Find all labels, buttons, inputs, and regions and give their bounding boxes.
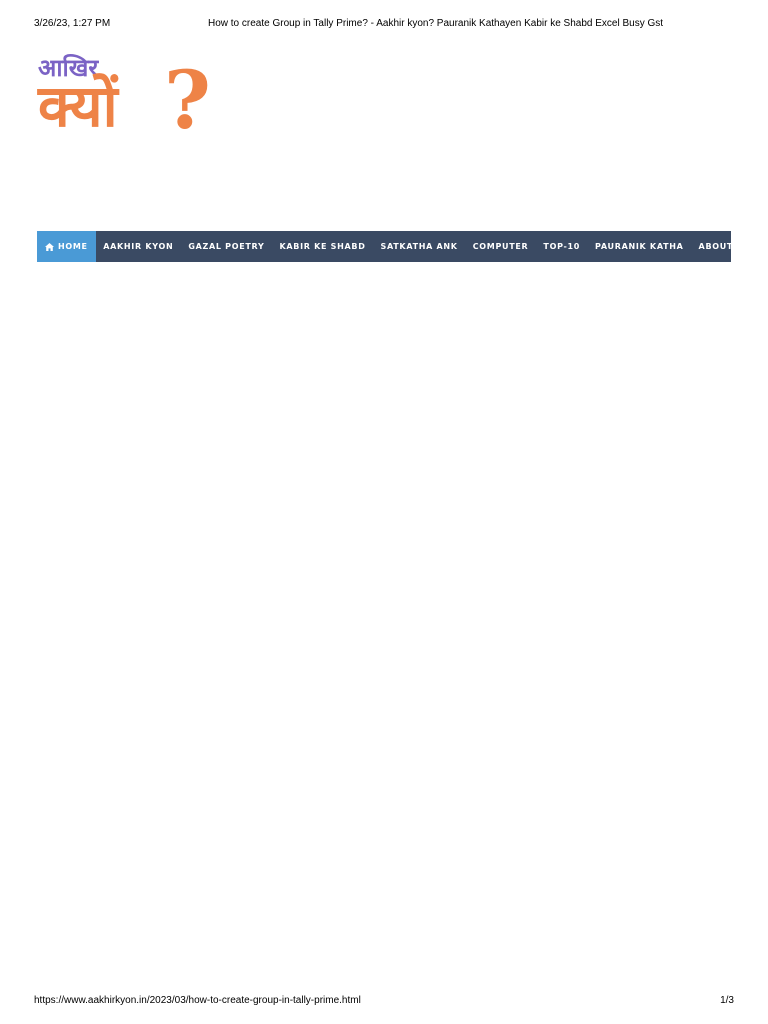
nav-item-about-us[interactable]: ABOUT US (691, 231, 758, 262)
nav-item-computer[interactable]: COMPUTER (465, 231, 536, 262)
nav-item-satkatha-ank[interactable]: SATKATHA ANK (373, 231, 465, 262)
site-logo[interactable]: आखिर क्यों ? (36, 52, 212, 136)
nav-item-aakhir-kyon[interactable]: AAKHIR KYON (96, 231, 181, 262)
nav-item-label: SATKATHA ANK (380, 242, 458, 251)
nav-item-label: ABOUT US (698, 242, 751, 251)
print-page-title: How to create Group in Tally Prime? - Aa… (208, 18, 664, 29)
nav-item-label: HOME (58, 242, 88, 251)
logo-main-text: क्यों (37, 72, 120, 136)
logo-question-mark: ? (164, 53, 211, 136)
print-url: https://www.aakhirkyon.in/2023/03/how-to… (34, 995, 361, 1006)
nav-item-label: KABIR KE SHABD (279, 242, 366, 251)
nav-item-kabir-ke-shabd[interactable]: KABIR KE SHABD (272, 231, 373, 262)
nav-item-gazal-poetry[interactable]: GAZAL POETRY (181, 231, 272, 262)
nav-item-home[interactable]: HOME (37, 231, 96, 262)
home-icon (45, 242, 54, 251)
nav-item-label: COMPUTER (472, 242, 529, 251)
print-date: 3/26/23, 1:27 PM (34, 18, 111, 29)
nav-item-label: AAKHIR KYON (103, 242, 174, 251)
print-page-number: 1/3 (720, 995, 734, 1006)
main-navigation: HOME AAKHIR KYON GAZAL POETRY KABIR KE S… (37, 231, 750, 262)
print-header: 3/26/23, 1:27 PM How to create Group in … (34, 17, 734, 31)
nav-item-label: PAURANIK KATHA (595, 242, 684, 251)
nav-item-label: TOP-10 (543, 242, 581, 251)
nav-item-top-10[interactable]: TOP-10 (536, 231, 588, 262)
nav-item-label: GAZAL POETRY (188, 242, 265, 251)
print-footer: https://www.aakhirkyon.in/2023/03/how-to… (34, 994, 734, 1008)
logo-graphic: आखिर क्यों ? (37, 53, 211, 136)
nav-item-pauranik-katha[interactable]: PAURANIK KATHA (588, 231, 692, 262)
